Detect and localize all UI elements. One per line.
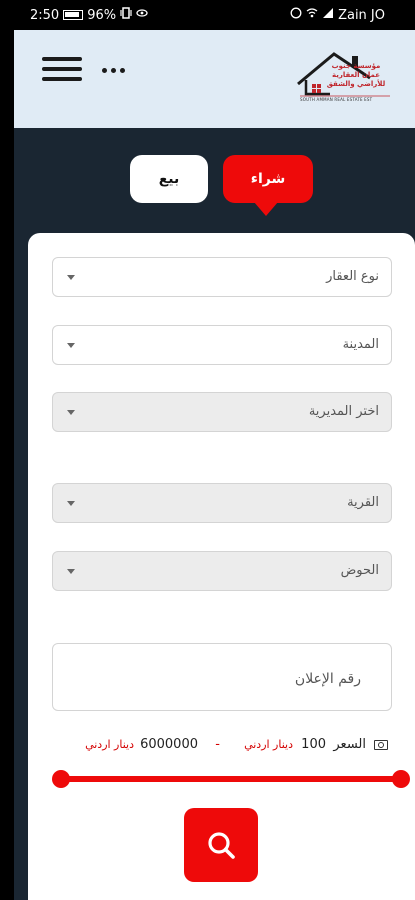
price-label: السعر [333, 737, 366, 752]
battery-icon [63, 10, 84, 20]
hamburger-menu-icon[interactable] [42, 57, 82, 83]
chevron-down-icon [67, 343, 75, 348]
vibrate-icon [120, 7, 132, 23]
city-select[interactable]: المدينة [52, 325, 392, 365]
price-max-unit: دينار اردني [85, 738, 134, 751]
chevron-down-icon [67, 410, 75, 415]
active-tab-pointer [254, 202, 278, 216]
whatsapp-icon [290, 7, 302, 23]
money-icon [374, 740, 388, 750]
price-slider-track[interactable] [60, 776, 400, 782]
directorate-label: اختر المديرية [308, 404, 379, 419]
app-screen: مؤسسة جنوب عمان العقارية للأراضي والشقق … [14, 30, 415, 900]
tab-buy[interactable]: شراء [223, 155, 313, 203]
price-slider-max-handle[interactable] [392, 770, 410, 788]
chevron-down-icon [67, 275, 75, 280]
tab-sell[interactable]: بيع [130, 155, 208, 203]
price-min-value: 100 [301, 737, 326, 752]
status-time: 2:50 [30, 7, 60, 23]
eye-icon [136, 7, 148, 23]
property-type-label: نوع العقار [326, 269, 379, 284]
directorate-select[interactable]: اختر المديرية [52, 392, 392, 432]
search-button[interactable] [184, 808, 258, 882]
city-label: المدينة [342, 337, 379, 352]
more-dots-icon[interactable] [102, 68, 125, 73]
signal-icon [322, 7, 334, 23]
logo-english-text: SOUTH AMMAN REAL ESTATE EST [300, 97, 373, 102]
search-icon [208, 832, 235, 859]
chevron-down-icon [67, 569, 75, 574]
basin-select[interactable]: الحوض [52, 551, 392, 591]
price-max-value: 6000000 [140, 737, 198, 752]
village-select[interactable]: القرية [52, 483, 392, 523]
wifi-icon [306, 7, 318, 23]
search-form-card: نوع العقار المدينة اختر المديرية القرية … [28, 233, 415, 900]
status-bar: 2:50 96% Zain JO [0, 0, 415, 30]
battery-percent: 96% [87, 7, 117, 23]
price-slider-min-handle[interactable] [52, 770, 70, 788]
price-range-row: السعر 100 دينار اردني - 6000000 دينار ار… [78, 737, 388, 757]
ad-number-input[interactable]: رقم الإعلان [52, 643, 392, 711]
company-logo: مؤسسة جنوب عمان العقارية للأراضي والشقق … [294, 48, 396, 110]
village-label: القرية [347, 495, 379, 510]
carrier-name: Zain JO [338, 7, 385, 23]
ad-number-placeholder: رقم الإعلان [294, 671, 361, 687]
price-separator: - [215, 737, 220, 752]
basin-label: الحوض [340, 563, 379, 578]
app-header: مؤسسة جنوب عمان العقارية للأراضي والشقق … [14, 30, 415, 128]
property-type-select[interactable]: نوع العقار [52, 257, 392, 297]
price-min-unit: دينار اردني [244, 738, 293, 751]
chevron-down-icon [67, 501, 75, 506]
logo-arabic-text: مؤسسة جنوب عمان العقارية للأراضي والشقق [326, 62, 386, 88]
